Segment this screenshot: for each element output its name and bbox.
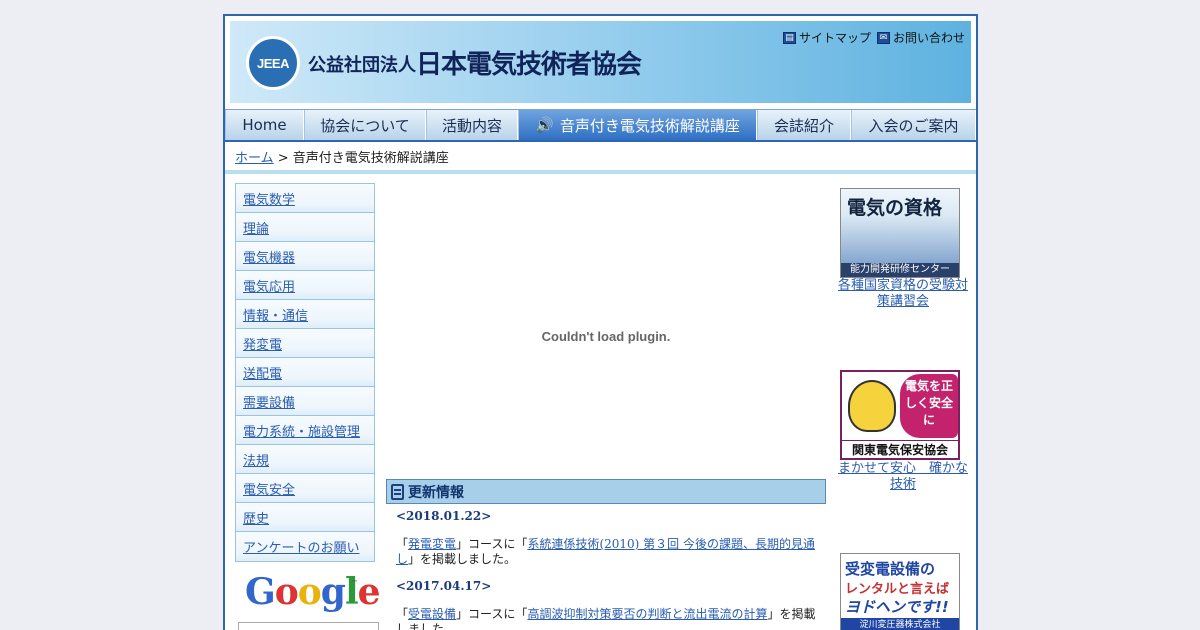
update-text: 」コースに「	[456, 537, 528, 551]
breadcrumb: ホーム > 音声付き電気技術解説講座	[235, 147, 449, 166]
course-sidebar: 電気数学 理論 電気機器 電気応用 情報・通信 発変電 送配電 需要設備 電力系…	[235, 183, 375, 562]
sitemap-label: サイトマップ	[799, 31, 872, 45]
breadcrumb-separator: >	[273, 151, 293, 166]
sidebar-link[interactable]: 電力系統・施設管理	[243, 425, 360, 440]
org-prefix: 公益社団法人	[308, 55, 416, 76]
google-logo: Google	[245, 571, 381, 613]
update-body: 「受電設備」コースに「高調波抑制対策要否の判断と流出電流の計算」を掲載しました。	[396, 607, 816, 630]
banner-caption-link[interactable]: まかせて安心 確かな技術	[838, 461, 968, 492]
updates-title: 更新情報	[408, 484, 464, 501]
sidebar-item[interactable]: 理論	[236, 213, 374, 242]
sitemap-link[interactable]: ▤ サイトマップ	[783, 29, 871, 46]
banner-title: 電気の資格	[847, 197, 943, 219]
breadcrumb-home-link[interactable]: ホーム	[235, 151, 274, 166]
org-name[interactable]: 日本電気技術者協会	[416, 44, 642, 81]
contact-label: お問い合わせ	[893, 31, 966, 45]
banner-name: 関東電気保安協会	[842, 440, 958, 458]
breadcrumb-current: 音声付き電気技術解説講座	[292, 151, 449, 166]
sidebar-item[interactable]: アンケートのお願い	[236, 532, 374, 561]
update-category-link[interactable]: 発電変電	[408, 537, 456, 551]
sidebar-item[interactable]: 送配電	[236, 358, 374, 387]
nav-journal[interactable]: 会誌紹介	[757, 110, 851, 140]
banner-line: 受変電設備の	[845, 560, 936, 578]
sidebar-item[interactable]: 情報・通信	[236, 300, 374, 329]
plugin-message: Couldn't load plugin.	[541, 328, 671, 344]
sidebar-item[interactable]: 歴史	[236, 503, 374, 532]
sidebar-item[interactable]: 電気数学	[236, 184, 374, 213]
sidebar-link[interactable]: 電気数学	[243, 193, 295, 208]
jeea-logo[interactable]: JEEA	[246, 36, 300, 90]
sitemap-icon: ▤	[783, 31, 796, 44]
sidebar-link[interactable]: 需要設備	[243, 396, 295, 411]
sidebar-item[interactable]: 発変電	[236, 329, 374, 358]
quote-open: 「	[396, 607, 409, 621]
speaker-icon: 🔊	[535, 116, 554, 134]
updates-header: 更新情報	[386, 479, 826, 504]
google-trademark: ™	[351, 579, 358, 587]
banner-kanto-safety[interactable]: 電気を正しく安全に 関東電気保安協会	[840, 370, 960, 460]
update-text: 」コースに「	[456, 607, 528, 621]
sidebar-link[interactable]: 法規	[243, 454, 269, 469]
nav-label: 協会について	[320, 116, 410, 135]
page-frame: JEEA 公益社団法人 日本電気技術者協会 ▤ サイトマップ ✉ お問い合わせ …	[223, 14, 978, 630]
nav-label: Home	[242, 116, 287, 134]
update-category-link[interactable]: 受電設備	[408, 607, 456, 621]
nav-label: 音声付き電気技術解説講座	[559, 116, 740, 135]
update-item: <2018.01.22> 「発電変電」コースに「系統連係技術(2010) 第３回…	[396, 509, 816, 567]
banner-caption: まかせて安心 確かな技術	[838, 461, 968, 493]
banner-yodohen[interactable]: 受変電設備の レンタルと言えば ヨドヘンです!! 淀川変圧器株式会社	[840, 553, 960, 630]
google-search-input[interactable]	[238, 622, 379, 630]
sidebar-link[interactable]: 情報・通信	[243, 309, 308, 324]
sidebar-item[interactable]: 電気機器	[236, 242, 374, 271]
sidebar-link[interactable]: 電気安全	[243, 483, 295, 498]
breadcrumb-divider	[225, 170, 976, 174]
sidebar-link[interactable]: 電気応用	[243, 280, 295, 295]
nav-activities[interactable]: 活動内容	[426, 110, 518, 140]
update-body: 「発電変電」コースに「系統連係技術(2010) 第３回 今後の課題、長期的見通し…	[396, 537, 816, 567]
update-date: <2017.04.17>	[396, 579, 492, 593]
nav-label: 活動内容	[441, 116, 502, 135]
banner-line: ヨドヘンです!!	[845, 598, 949, 616]
banner-line: レンタルと言えば	[845, 582, 950, 597]
update-date: <2018.01.22>	[396, 509, 492, 523]
sidebar-item[interactable]: 電気安全	[236, 474, 374, 503]
mail-icon: ✉	[877, 31, 890, 44]
quote-open: 「	[396, 537, 409, 551]
sidebar-item[interactable]: 法規	[236, 445, 374, 474]
sidebar-link[interactable]: 歴史	[243, 512, 269, 527]
nav-membership[interactable]: 入会のご案内	[851, 110, 976, 140]
sidebar-link[interactable]: 電気機器	[243, 251, 295, 266]
sidebar-item[interactable]: 需要設備	[236, 387, 374, 416]
nav-label: 入会のご案内	[868, 116, 959, 135]
mascot-icon	[848, 380, 896, 432]
banner-qualifications[interactable]: 電気の資格 能力開発研修センター	[840, 188, 960, 278]
site-header: JEEA 公益社団法人 日本電気技術者協会 ▤ サイトマップ ✉ お問い合わせ	[230, 21, 971, 103]
sidebar-link[interactable]: 送配電	[243, 367, 282, 382]
banner-caption: 各種国家資格の受験対策講習会	[838, 278, 968, 310]
document-icon	[391, 483, 404, 500]
banner-subtitle: 能力開発研修センター	[841, 263, 959, 277]
nav-about[interactable]: 協会について	[304, 110, 426, 140]
nav-home[interactable]: Home	[225, 110, 304, 140]
sidebar-link[interactable]: アンケートのお願い	[243, 541, 359, 556]
banner-caption-link[interactable]: 各種国家資格の受験対策講習会	[838, 278, 968, 309]
nav-audio-lectures[interactable]: 🔊 音声付き電気技術解説講座	[518, 110, 757, 140]
contact-link[interactable]: ✉ お問い合わせ	[877, 29, 965, 46]
banner-bubble: 電気を正しく安全に	[900, 374, 958, 438]
sidebar-item[interactable]: 電気応用	[236, 271, 374, 300]
banner-company: 淀川変圧器株式会社	[841, 618, 959, 630]
update-title-link[interactable]: 高調波抑制対策要否の判断と流出電流の計算	[527, 607, 767, 621]
global-nav: Home 協会について 活動内容 🔊 音声付き電気技術解説講座 会誌紹介 入会の…	[225, 109, 976, 142]
plugin-placeholder: Couldn't load plugin.	[386, 186, 826, 486]
sidebar-link[interactable]: 理論	[243, 222, 269, 237]
update-item: <2017.04.17> 「受電設備」コースに「高調波抑制対策要否の判断と流出電…	[396, 579, 816, 630]
sidebar-item[interactable]: 電力系統・施設管理	[236, 416, 374, 445]
update-text: 」を掲載しました。	[408, 552, 517, 566]
sidebar-link[interactable]: 発変電	[243, 338, 282, 353]
nav-label: 会誌紹介	[773, 116, 834, 135]
